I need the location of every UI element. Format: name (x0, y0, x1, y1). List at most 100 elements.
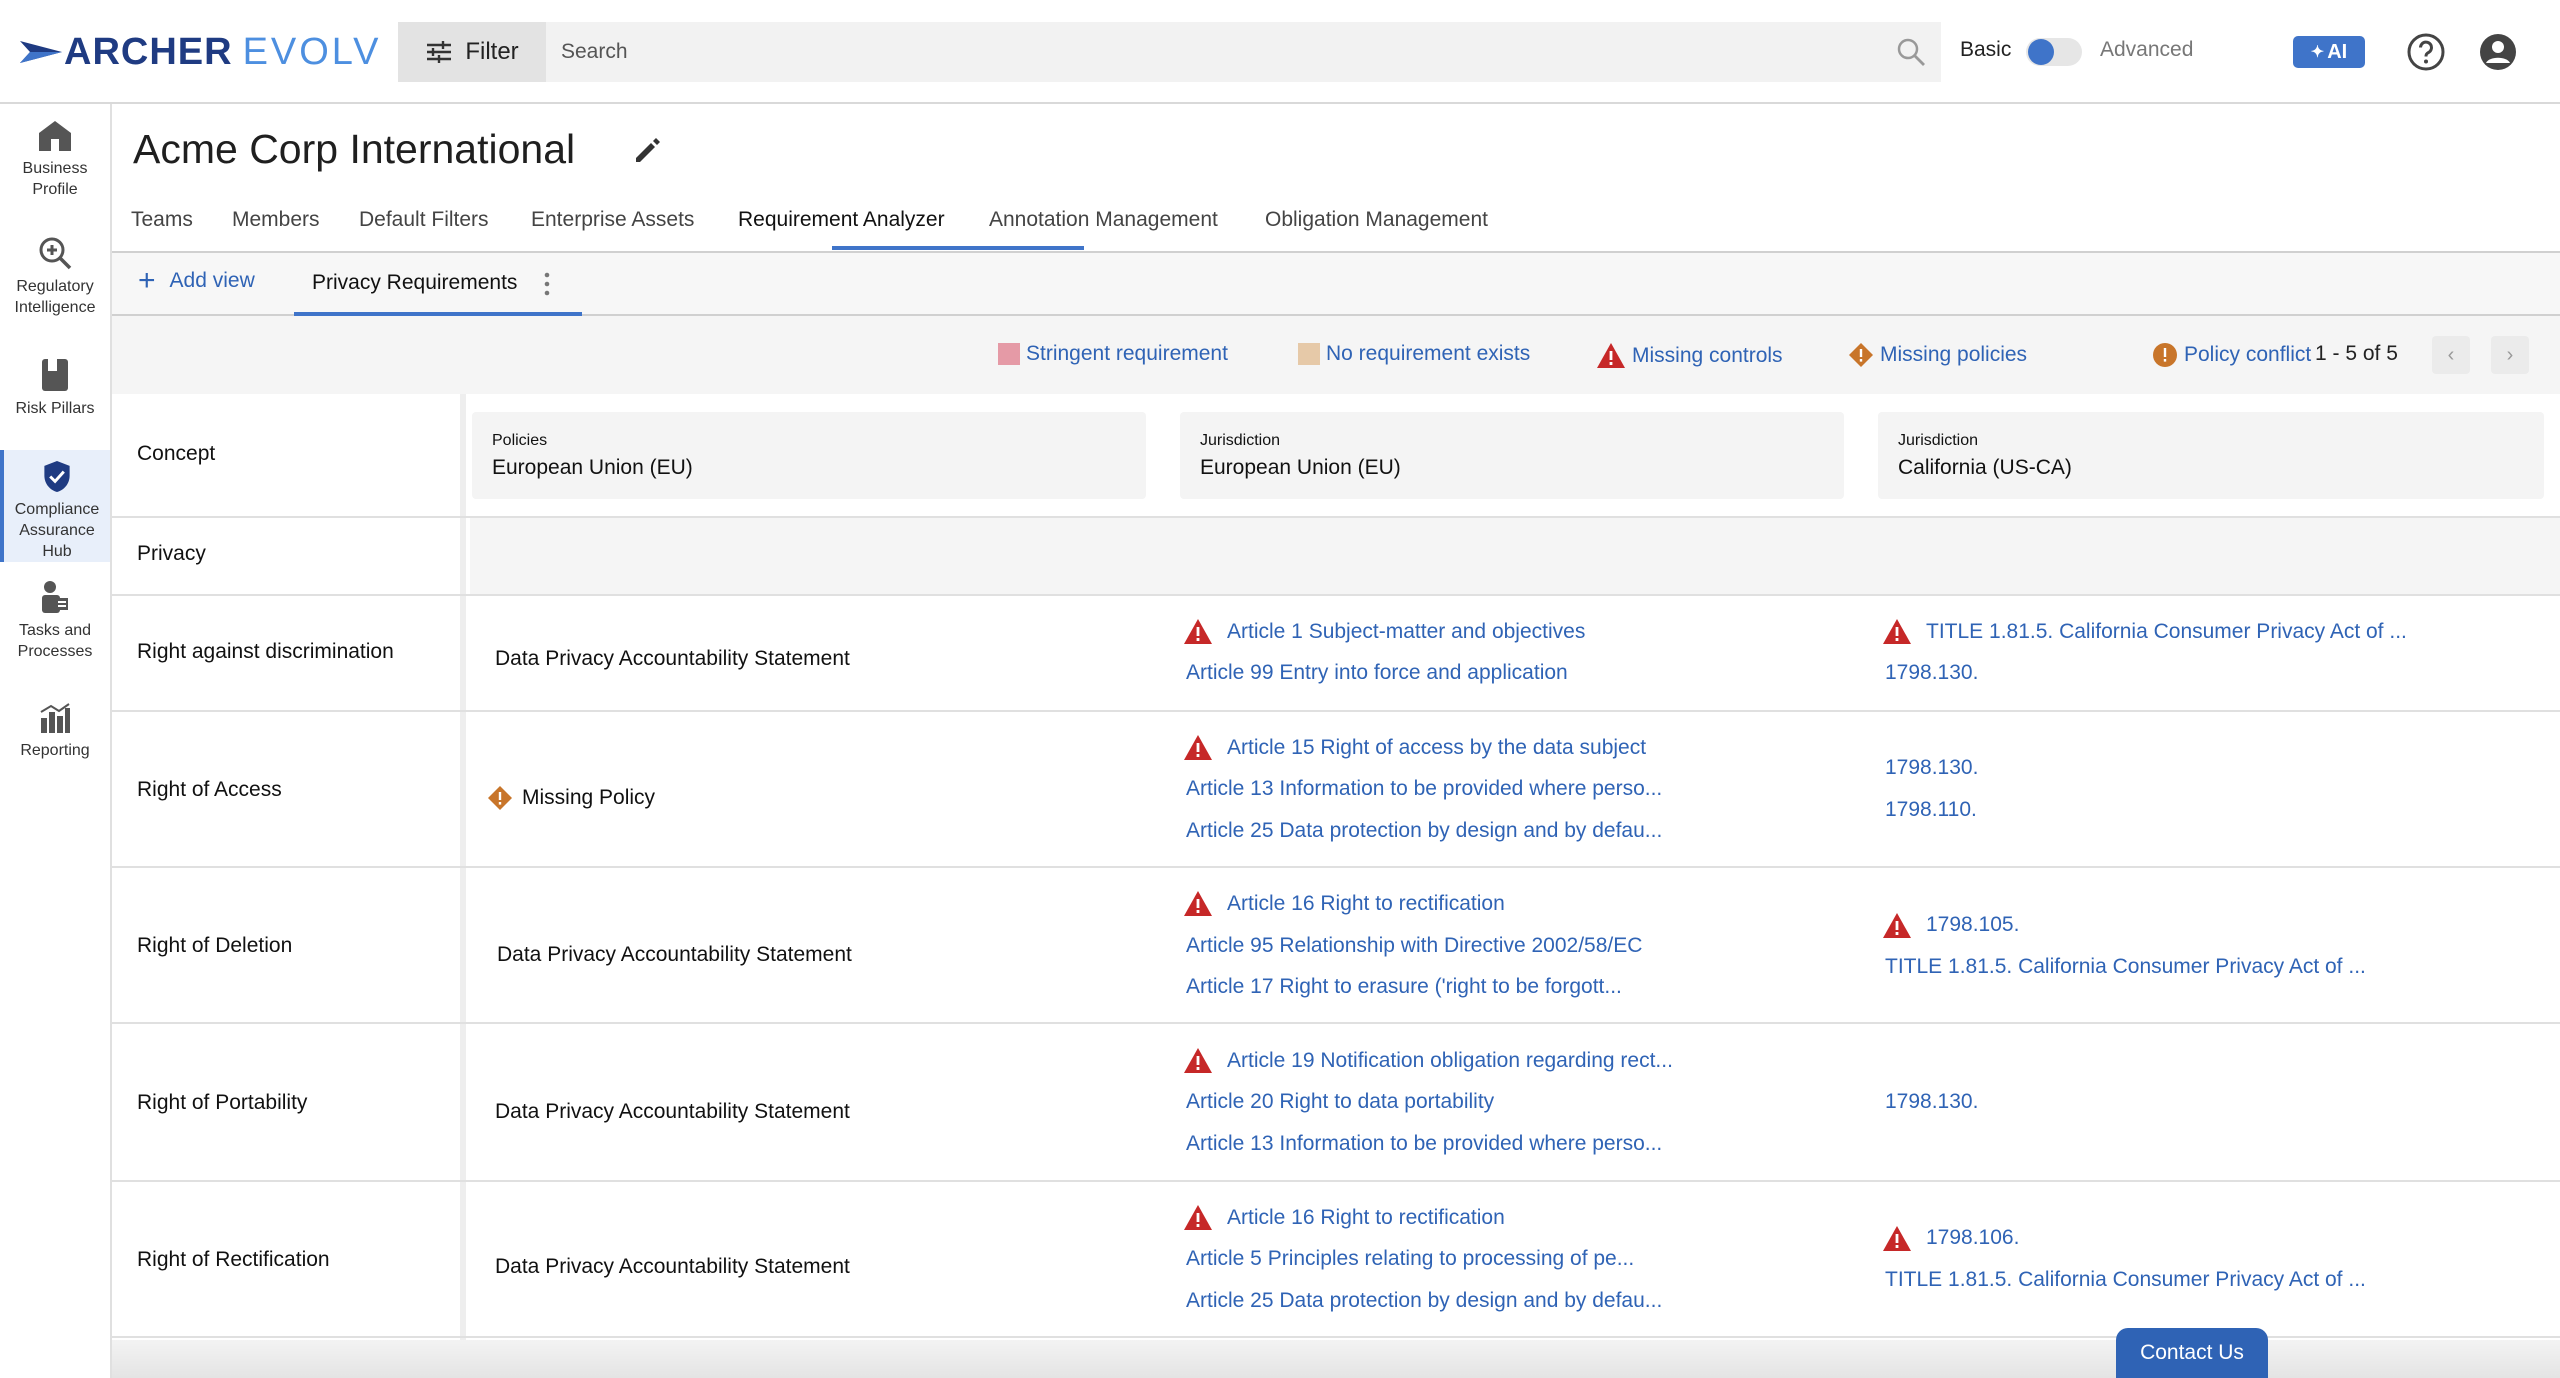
column-name: European Union (EU) (492, 456, 693, 479)
requirement-link[interactable]: Article 17 Right to erasure ('right to b… (1186, 975, 1622, 999)
tab-requirement-analyzer[interactable]: Requirement Analyzer (738, 208, 945, 232)
requirement-link[interactable]: 1798.130. (1885, 756, 1978, 780)
more-vertical-icon[interactable] (542, 271, 552, 297)
requirement-link[interactable]: 1798.110. (1885, 798, 1977, 822)
previous-page-button[interactable]: ‹ (2432, 336, 2470, 374)
requirement-link[interactable]: Article 15 Right of access by the data s… (1227, 736, 1646, 760)
nav-label: Reporting (20, 742, 90, 759)
logo-text-archer: ARCHER (64, 30, 233, 73)
legend-missing-policies[interactable]: Missing policies (1848, 342, 2027, 368)
top-bar: ARCHER EVOLV Filter Basic Advanced ✦ AI (0, 0, 2560, 104)
legend-stringent-label: Stringent requirement (1026, 342, 1228, 365)
user-account-icon[interactable] (2478, 32, 2518, 72)
requirement-link[interactable]: 1798.105. (1926, 913, 2019, 937)
requirement-link[interactable]: Article 1 Subject-matter and objectives (1227, 620, 1585, 644)
tab-members[interactable]: Members (232, 208, 320, 232)
requirement-link[interactable]: Article 19 Notification obligation regar… (1227, 1049, 1673, 1073)
policy-cell[interactable]: Data Privacy Accountability Statement (497, 943, 852, 967)
requirement-link[interactable]: Article 13 Information to be provided wh… (1186, 777, 1662, 801)
requirement-link[interactable]: 1798.130. (1885, 1090, 1978, 1114)
row-divider (112, 594, 2560, 596)
section-tabs: Teams Members Default Filters Enterprise… (112, 192, 2560, 253)
nav-risk-pillars[interactable]: Risk Pillars (0, 358, 110, 428)
column-kind: Policies (492, 432, 548, 449)
legend-policy-conflict-label: Policy conflict (2184, 343, 2312, 366)
requirement-link[interactable]: TITLE 1.81.5. California Consumer Privac… (1926, 620, 2407, 644)
requirement-link[interactable]: 1798.106. (1926, 1226, 2019, 1250)
pencil-edit-icon[interactable] (632, 136, 662, 166)
requirement-link[interactable]: Article 25 Data protection by design and… (1186, 819, 1662, 843)
requirement-link[interactable]: Article 95 Relationship with Directive 2… (1186, 934, 1642, 958)
policy-cell[interactable]: Data Privacy Accountability Statement (495, 1100, 850, 1124)
nav-business-profile[interactable]: Business Profile (0, 120, 110, 210)
requirement-link[interactable]: Article 25 Data protection by design and… (1186, 1289, 1662, 1313)
nav-label: Business (22, 160, 88, 177)
add-view-label: Add view (169, 269, 255, 292)
tab-annotation-management[interactable]: Annotation Management (989, 208, 1218, 232)
column-header-jurisdiction-eu: Jurisdiction European Union (EU) (1180, 412, 1844, 499)
requirement-link[interactable]: Article 16 Right to rectification (1227, 892, 1505, 916)
tab-default-filters[interactable]: Default Filters (359, 208, 489, 232)
requirement-link[interactable]: Article 16 Right to rectification (1227, 1206, 1505, 1230)
legend-missing-controls-label: Missing controls (1632, 343, 1783, 367)
contact-us-button[interactable]: Contact Us (2116, 1328, 2268, 1378)
search-input[interactable] (546, 22, 1881, 82)
group-label-privacy: Privacy (137, 542, 206, 565)
archer-evolv-logo[interactable]: ARCHER EVOLV (20, 30, 381, 74)
pagination-range: 1 - 5 of 5 (2315, 342, 2398, 365)
help-icon[interactable] (2406, 32, 2446, 72)
no-requirement-swatch (1298, 343, 1320, 365)
warning-triangle-icon (1184, 735, 1212, 760)
requirement-link[interactable]: Article 20 Right to data portability (1186, 1090, 1494, 1114)
book-icon (42, 359, 68, 391)
add-view-button[interactable]: + Add view (138, 266, 255, 296)
policy-cell-missing[interactable]: Missing Policy (522, 786, 655, 810)
legend-no-requirement[interactable]: No requirement exists (1298, 342, 1530, 366)
policy-cell[interactable]: Data Privacy Accountability Statement (495, 1255, 850, 1279)
active-tab-indicator (832, 246, 1084, 250)
nav-label: Regulatory (16, 278, 94, 295)
view-tab-label: Privacy Requirements (312, 270, 518, 294)
nav-reporting[interactable]: Reporting (0, 702, 110, 772)
search-icon[interactable] (1881, 22, 1941, 82)
warning-triangle-icon (1184, 1205, 1212, 1230)
tab-enterprise-assets[interactable]: Enterprise Assets (531, 208, 694, 232)
building-icon (39, 121, 71, 151)
nav-regulatory-intelligence[interactable]: Regulatory Intelligence (0, 236, 110, 326)
requirement-link[interactable]: TITLE 1.81.5. California Consumer Privac… (1885, 1268, 2366, 1292)
legend-bar: Stringent requirement No requirement exi… (112, 316, 2560, 394)
person-task-icon (42, 581, 68, 613)
tab-obligation-management[interactable]: Obligation Management (1265, 208, 1488, 232)
page-title: Acme Corp International (133, 126, 576, 172)
column-name: European Union (EU) (1200, 456, 1401, 479)
next-page-button[interactable]: › (2491, 336, 2529, 374)
warning-triangle-icon (1184, 891, 1212, 916)
legend-policy-conflict[interactable]: Policy conflict (2152, 342, 2311, 368)
view-tab-privacy-requirements[interactable]: Privacy Requirements (294, 253, 582, 316)
requirement-link[interactable]: TITLE 1.81.5. California Consumer Privac… (1885, 955, 2366, 979)
requirement-link[interactable]: Article 13 Information to be provided wh… (1186, 1132, 1662, 1156)
nav-compliance-assurance-hub[interactable]: Compliance Assurance Hub (0, 450, 110, 562)
requirement-link[interactable]: Article 99 Entry into force and applicat… (1186, 661, 1568, 685)
concept-header: Concept (137, 442, 216, 465)
row-divider (112, 1022, 2560, 1024)
ai-button[interactable]: ✦ AI (2293, 36, 2365, 68)
nav-label: Compliance (14, 501, 100, 518)
nav-tasks-and-processes[interactable]: Tasks and Processes (0, 580, 110, 670)
legend-missing-controls[interactable]: Missing controls (1596, 342, 1783, 369)
legend-stringent[interactable]: Stringent requirement (998, 342, 1228, 366)
zoom-in-icon (39, 237, 72, 270)
warning-triangle-icon (1883, 913, 1911, 938)
filter-button[interactable]: Filter (398, 22, 546, 82)
column-kind: Jurisdiction (1898, 432, 1979, 449)
concept-right-of-portability: Right of Portability (137, 1091, 308, 1114)
shield-check-icon (44, 460, 70, 493)
tab-teams[interactable]: Teams (131, 208, 193, 232)
requirement-link[interactable]: Article 5 Principles relating to process… (1186, 1247, 1634, 1271)
legend-missing-policies-label: Missing policies (1880, 343, 2028, 366)
policy-cell[interactable]: Data Privacy Accountability Statement (495, 647, 850, 671)
mode-basic-label: Basic (1960, 38, 2012, 61)
requirement-link[interactable]: 1798.130. (1885, 661, 1978, 685)
warning-triangle-icon (1184, 619, 1212, 644)
mode-toggle[interactable] (2026, 38, 2082, 66)
